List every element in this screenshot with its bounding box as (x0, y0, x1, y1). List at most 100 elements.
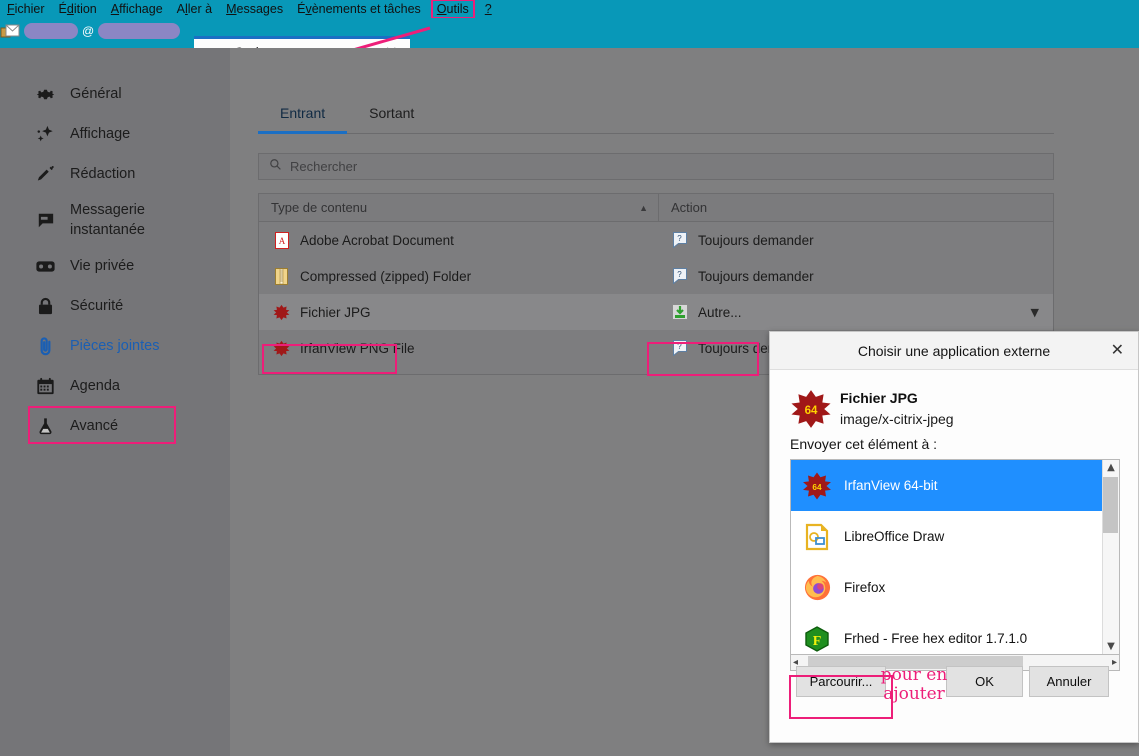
list-item[interactable]: F Frhed - Free hex editor 1.7.1.0 (791, 613, 1102, 655)
menu-item-outils-label: Outils (436, 2, 469, 16)
external-app-dialog: Choisir une application externe ✕ 64 Fic… (769, 331, 1139, 743)
cell-type: A Adobe Acrobat Document (259, 231, 659, 249)
cell-action-label: Toujours demander (698, 232, 814, 248)
cell-action[interactable]: Autre... (659, 303, 1053, 321)
irfanview-icon (273, 303, 290, 321)
sidebar-item-label: Rédaction (70, 166, 136, 182)
cell-type: Fichier JPG (259, 303, 659, 321)
cell-type: Compressed (zipped) Folder (259, 267, 659, 285)
sidebar-item-general[interactable]: Général (0, 74, 230, 114)
cancel-button[interactable]: Annuler (1029, 665, 1109, 697)
vertical-scrollbar-thumb[interactable] (1103, 477, 1118, 533)
ask-icon: ? (671, 267, 688, 285)
menu-item-fichier[interactable]: Fichier (0, 0, 52, 18)
cell-action: ? Toujours demander (659, 267, 1053, 285)
account-name-redacted (24, 23, 78, 39)
chat-bubble-icon (32, 207, 58, 233)
search-placeholder: Rechercher (290, 159, 358, 174)
lock-icon (32, 293, 58, 319)
tab-entrant[interactable]: Entrant (258, 105, 348, 134)
cell-type: IrfanView PNG File (259, 339, 659, 357)
caret-up-icon[interactable]: ▲ (1107, 460, 1115, 476)
list-item[interactable]: 64 IrfanView 64-bit (791, 460, 1102, 511)
svg-text:?: ? (677, 342, 682, 351)
zip-file-icon (273, 267, 290, 285)
sidebar-item-avance[interactable]: Avancé (0, 406, 230, 446)
table-header: Type de contenu ▲ Action (259, 194, 1053, 222)
menu-item-messages[interactable]: Messages (219, 0, 290, 18)
sidebar-item-vie-privee[interactable]: Vie privée (0, 246, 230, 286)
account-domain-redacted (98, 23, 181, 39)
menu-item-outils[interactable]: Outils (430, 0, 475, 19)
sparkle-icon (32, 121, 58, 147)
search-input[interactable]: Rechercher (258, 153, 1054, 180)
column-header-type[interactable]: Type de contenu ▲ (259, 194, 659, 221)
at-sign: @ (82, 24, 95, 38)
list-item-label: Firefox (844, 580, 886, 595)
table-row[interactable]: A Adobe Acrobat Document ? Toujours dema… (259, 222, 1053, 258)
list-item-label: IrfanView 64-bit (844, 478, 938, 493)
sidebar-item-redaction[interactable]: Rédaction (0, 154, 230, 194)
menu-item-help[interactable]: ? (478, 0, 499, 18)
mail-icon (0, 22, 20, 40)
cell-action-label: Autre... (698, 304, 742, 320)
sidebar-item-label: Pièces jointes (70, 338, 160, 354)
calendar-icon (32, 373, 58, 399)
application-list[interactable]: 64 IrfanView 64-bit LibreOffice Draw Fir… (790, 459, 1120, 656)
table-row[interactable]: Fichier JPG Autre... ▼ (259, 294, 1053, 330)
svg-text:A: A (278, 236, 285, 246)
sidebar-item-label: Affichage (70, 126, 131, 142)
column-header-action[interactable]: Action (659, 194, 707, 221)
menu-item-affichage[interactable]: Affichage (104, 0, 170, 18)
list-item-label: LibreOffice Draw (844, 529, 945, 544)
send-to-label: Envoyer cet élément à : (790, 436, 938, 452)
svg-text:64: 64 (805, 405, 818, 417)
caret-right-icon[interactable]: ▸ (1112, 655, 1117, 671)
caret-down-icon[interactable]: ▼ (1107, 639, 1115, 655)
mask-icon (32, 253, 58, 279)
list-item-label: Frhed - Free hex editor 1.7.1.0 (844, 631, 1028, 646)
table-row[interactable]: Compressed (zipped) Folder ? Toujours de… (259, 258, 1053, 294)
ok-button[interactable]: OK (946, 665, 1023, 697)
file-mime: image/x-citrix-jpeg (840, 411, 954, 427)
sidebar-item-messagerie[interactable]: Messagerie instantanée (0, 194, 230, 246)
cell-type-label: Adobe Acrobat Document (300, 232, 454, 248)
paperclip-icon (32, 333, 58, 359)
dialog-body: 64 Fichier JPG image/x-citrix-jpeg Envoy… (770, 370, 1138, 671)
ask-icon: ? (671, 339, 688, 357)
close-icon[interactable]: ✕ (1111, 340, 1124, 359)
sidebar-item-agenda[interactable]: Agenda (0, 366, 230, 406)
cell-type-label: Fichier JPG (300, 304, 371, 320)
firefox-icon (802, 573, 832, 603)
caret-up-icon: ▲ (639, 202, 648, 213)
menu-item-aller-a[interactable]: Aller à (170, 0, 219, 18)
settings-sidebar: Général Affichage Rédaction Messagerie i… (0, 48, 230, 756)
file-name: Fichier JPG (840, 390, 918, 406)
sidebar-item-label: Vie privée (70, 258, 135, 274)
sidebar-item-pieces-jointes[interactable]: Pièces jointes (0, 326, 230, 366)
frhed-icon: F (802, 624, 832, 654)
sidebar-item-label: Messagerie instantanée (70, 202, 145, 238)
svg-text:F: F (813, 634, 822, 649)
chevron-down-icon[interactable]: ▼ (1031, 306, 1039, 319)
list-item[interactable]: LibreOffice Draw (791, 511, 1102, 562)
menu-bar: Fichier Édition Affichage Aller à Messag… (0, 0, 1139, 19)
svg-text:64: 64 (812, 482, 822, 491)
browse-button[interactable]: Parcourir... (796, 665, 886, 697)
irfanview-icon (273, 339, 290, 357)
ask-icon: ? (671, 231, 688, 249)
sidebar-item-label: Général (70, 86, 122, 102)
sidebar-item-affichage[interactable]: Affichage (0, 114, 230, 154)
svg-text:?: ? (677, 270, 682, 279)
account-tab[interactable]: @ (0, 22, 181, 40)
vertical-scrollbar[interactable]: ▲ ▼ (1102, 460, 1119, 655)
list-item[interactable]: Firefox (791, 562, 1102, 613)
sidebar-item-securite[interactable]: Sécurité (0, 286, 230, 326)
search-icon (269, 158, 282, 176)
column-header-action-label: Action (671, 200, 708, 215)
tab-sortant[interactable]: Sortant (347, 105, 436, 133)
gear-icon (32, 81, 58, 107)
menu-item-edition[interactable]: Édition (52, 0, 104, 18)
cell-action-label: Toujours demander (698, 268, 814, 284)
menu-item-evenements[interactable]: Évènements et tâches (290, 0, 428, 18)
